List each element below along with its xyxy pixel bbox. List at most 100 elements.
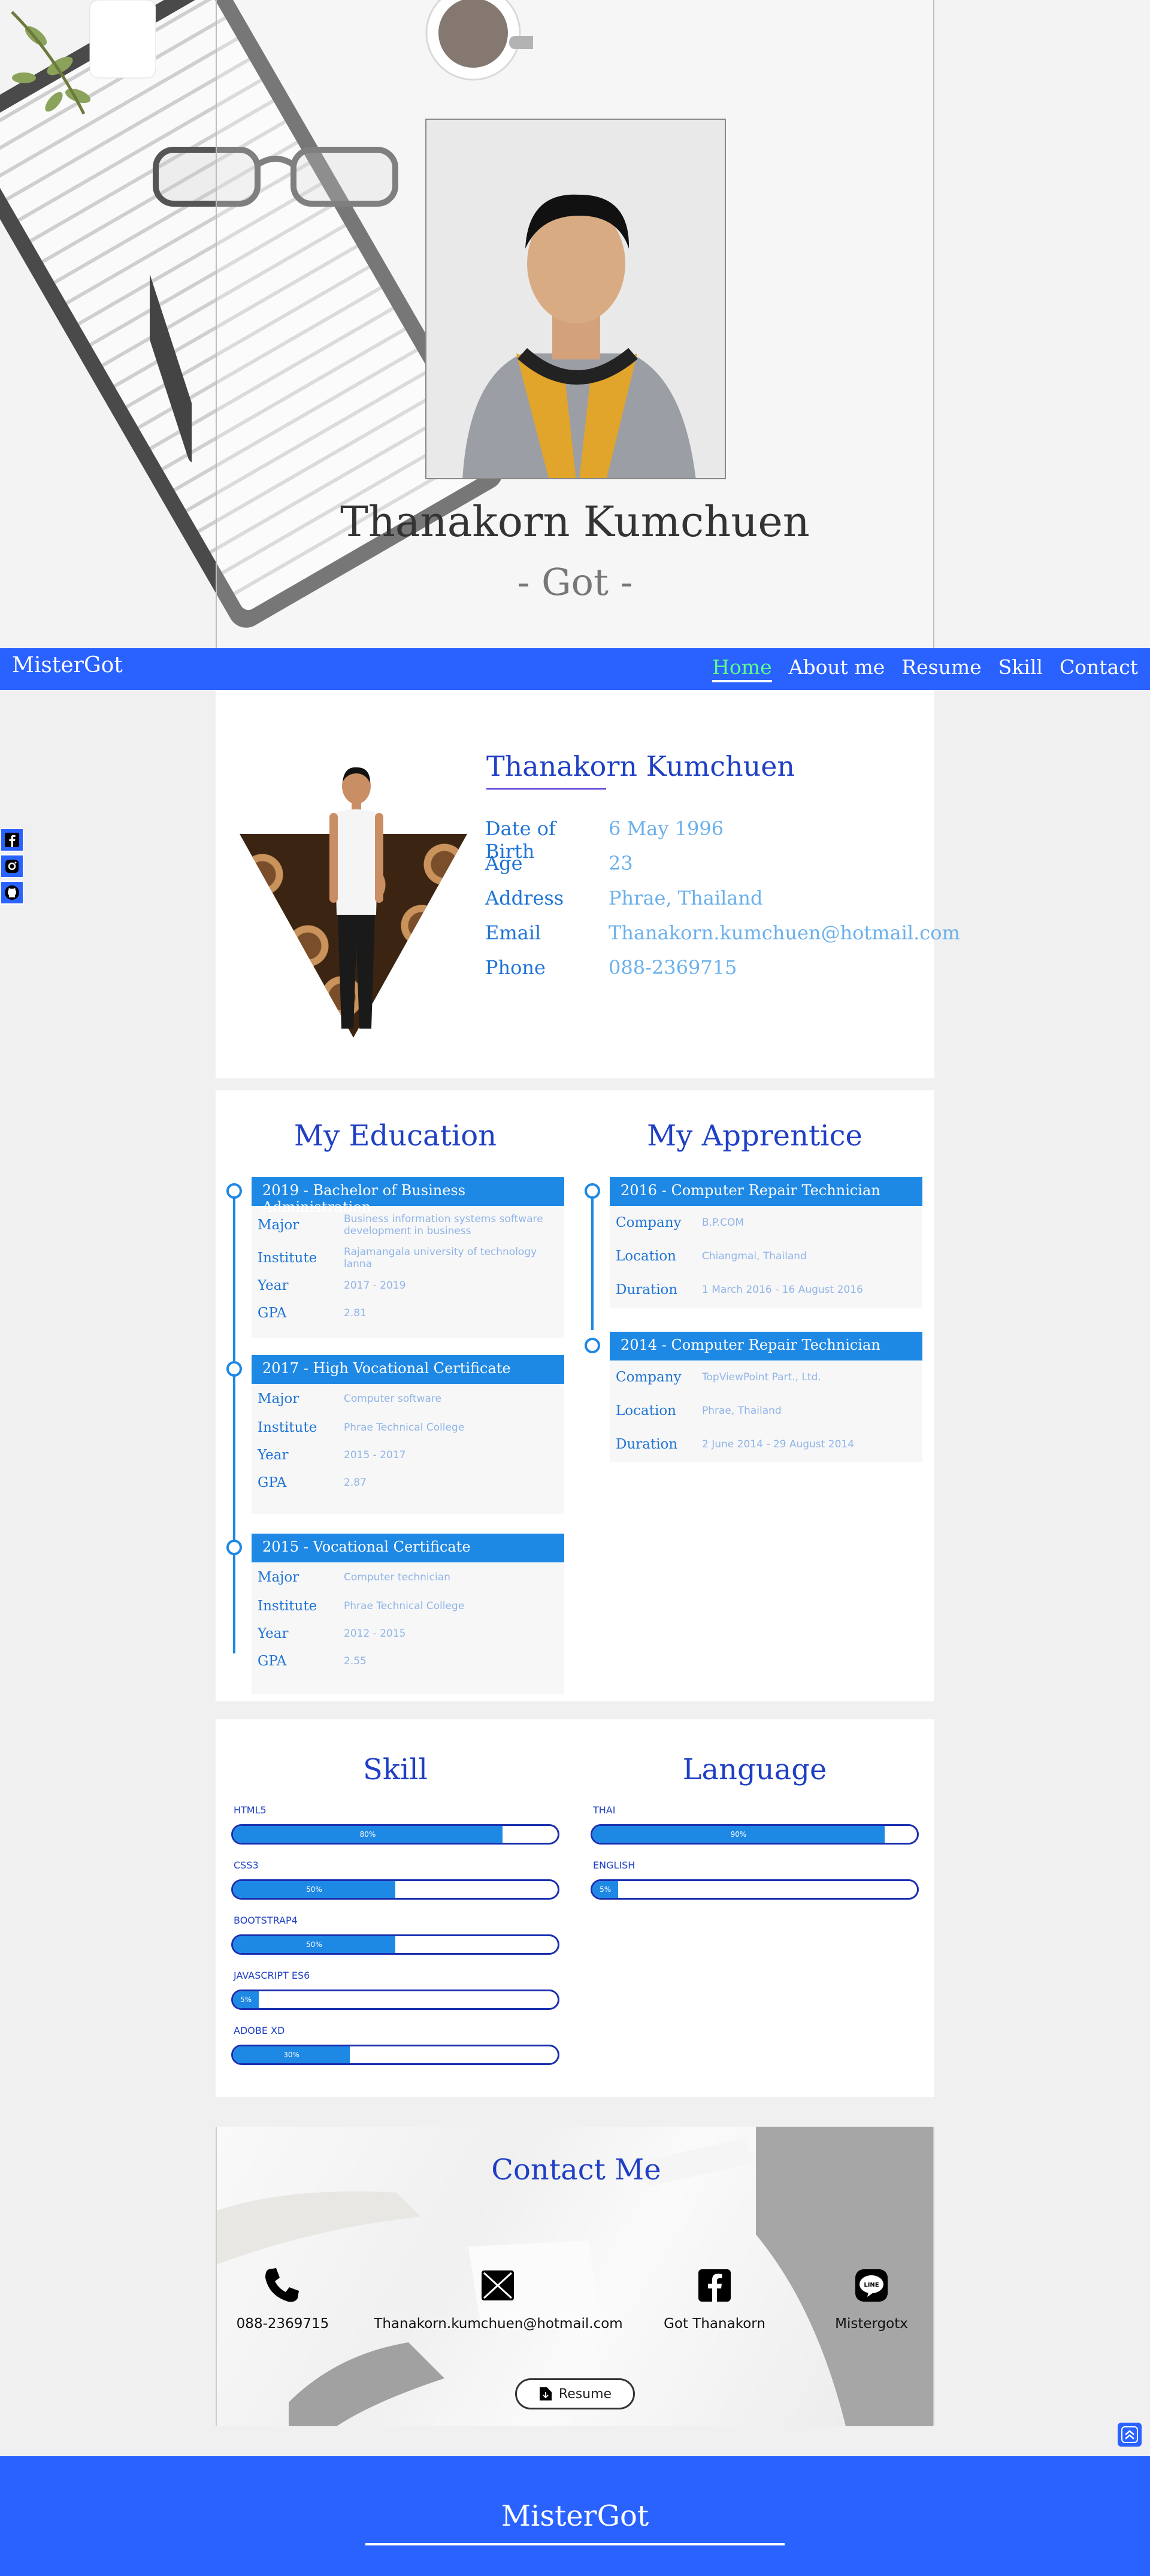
education-title: My Education (293, 1119, 497, 1153)
info-row-phone: Phone 088-2369715 (485, 956, 737, 979)
card-value: Chiangmai, Thailand (702, 1250, 807, 1262)
card-heading: 2015 - Vocational Certificate (252, 1534, 564, 1562)
language-bar-fill: 90% (592, 1826, 885, 1843)
card-label: Duration (616, 1282, 678, 1298)
card-heading: 2014 - Computer Repair Technician (610, 1332, 922, 1360)
mail-icon[interactable] (477, 2264, 519, 2306)
contact-title: Contact Me (491, 2153, 661, 2187)
education-card: 2015 - Vocational Certificate Major Compu… (252, 1534, 564, 1694)
card-heading: 2016 - Computer Repair Technician (610, 1177, 922, 1206)
hero-nickname: - Got - (517, 560, 633, 604)
info-value[interactable]: Thanakorn.kumchuen@hotmail.com (609, 921, 960, 944)
language-title: Language (682, 1753, 827, 1786)
skill-name: HTML5 (234, 1804, 267, 1816)
skill-bar-fill: 30% (233, 2046, 350, 2063)
github-icon[interactable] (0, 881, 24, 905)
nav-home[interactable]: Home (712, 655, 772, 682)
skill-bar: 5% (231, 1990, 559, 2010)
profile-person-image (329, 767, 383, 1029)
timeline-dot (226, 1540, 242, 1555)
resume-section: My Education My Apprentice 2019 - Bachel… (216, 1090, 934, 1701)
education-card: 2017 - High Vocational Certificate Major… (252, 1355, 564, 1514)
back-to-top-button[interactable] (1118, 2423, 1142, 2447)
phone-icon[interactable] (261, 2264, 302, 2306)
card-value: TopViewPoint Part., Ltd. (702, 1371, 821, 1383)
skill-section: Skill Language HTML5 80% CSS3 50% BOOTST… (216, 1719, 934, 2097)
skill-name: ADOBE XD (234, 2025, 285, 2036)
resume-button[interactable]: Resume (515, 2378, 635, 2409)
line-icon[interactable]: LINE (851, 2264, 892, 2306)
plant-image (11, 0, 156, 115)
skill-bar-fill: 50% (233, 1881, 395, 1898)
nav-resume[interactable]: Resume (901, 655, 981, 682)
language-name: ENGLISH (593, 1860, 635, 1871)
card-value: 2012 - 2015 (344, 1628, 406, 1640)
card-value: Phrae Technical College (344, 1600, 465, 1612)
card-heading: 2017 - High Vocational Certificate (252, 1355, 564, 1384)
skill-bar-fill: 5% (233, 1991, 259, 2008)
education-timeline (233, 1192, 235, 1653)
contact-email-label[interactable]: Thanakorn.kumchuen@hotmail.com (367, 2316, 630, 2332)
pen-image (150, 268, 192, 464)
card-label: Company (616, 1215, 682, 1230)
timeline-dot (226, 1361, 242, 1377)
apprentice-card: 2016 - Computer Repair Technician Compan… (610, 1177, 922, 1308)
card-label: GPA (258, 1653, 287, 1669)
double-chevron-up-icon (1121, 2426, 1138, 2443)
navbar: MisterGot Home About me Resume Skill Con… (0, 648, 1150, 690)
facebook-icon[interactable] (694, 2264, 736, 2306)
info-value: 23 (609, 852, 633, 875)
info-row-email: Email Thanakorn.kumchuen@hotmail.com (485, 921, 960, 944)
card-value: Computer technician (344, 1571, 450, 1583)
card-label: Year (258, 1626, 289, 1641)
contact-facebook-label[interactable]: Got Thanakorn (643, 2316, 786, 2332)
card-label: Major (258, 1217, 299, 1233)
card-value: Phrae Technical College (344, 1422, 465, 1434)
info-label: Address (485, 887, 564, 909)
card-label: Location (616, 1403, 676, 1419)
timeline-dot (585, 1183, 600, 1199)
contact-phone-label[interactable]: 088-2369715 (217, 2316, 349, 2332)
card-value: 2.87 (344, 1477, 367, 1489)
info-row-address: Address Phrae, Thailand (485, 887, 762, 909)
card-value: 2.55 (344, 1655, 367, 1667)
name-underline (486, 788, 606, 790)
svg-text:LINE: LINE (864, 2282, 879, 2288)
navbar-brand[interactable]: MisterGot (12, 653, 123, 678)
card-value: Business information systems software de… (344, 1213, 543, 1237)
card-label: Company (616, 1369, 682, 1385)
skill-bar: 80% (231, 1824, 559, 1845)
info-value[interactable]: 088-2369715 (609, 956, 737, 979)
portrait-photo (425, 119, 726, 479)
download-icon (539, 2387, 552, 2400)
nav-about[interactable]: About me (789, 655, 885, 682)
card-value: 1 March 2016 - 16 August 2016 (702, 1284, 863, 1296)
skill-bar: 30% (231, 2045, 559, 2065)
nav-links: Home About me Resume Skill Contact (712, 655, 1138, 682)
hero-name: Thanakorn Kumchuen (340, 497, 810, 546)
card-label: Institute (258, 1598, 317, 1614)
info-value: Phrae, Thailand (609, 887, 763, 909)
card-label: Year (258, 1278, 289, 1293)
language-bar-fill: 5% (592, 1881, 619, 1898)
facebook-icon[interactable] (0, 828, 24, 852)
skill-name: BOOTSTRAP4 (234, 1915, 298, 1926)
skill-bar: 50% (231, 1934, 559, 1955)
nav-skill[interactable]: Skill (998, 655, 1043, 682)
skill-bar-fill: 80% (233, 1826, 503, 1843)
contact-line-label[interactable]: Mistergotx (818, 2316, 925, 2332)
footer-divider (365, 2543, 785, 2545)
about-section: Thanakorn Kumchuen Date of Birth 6 May 1… (216, 690, 960, 1078)
card-value: Phrae, Thailand (702, 1405, 782, 1417)
instagram-icon[interactable] (0, 854, 24, 878)
card-value: B.P.COM (702, 1217, 744, 1229)
card-value: 2 June 2014 - 29 August 2014 (702, 1438, 855, 1450)
skill-bar: 50% (231, 1879, 559, 1900)
card-value: 2015 - 2017 (344, 1449, 406, 1461)
card-value: 2017 - 2019 (344, 1280, 406, 1292)
apprentice-timeline (591, 1192, 594, 1330)
language-name: THAI (593, 1804, 616, 1816)
card-label: GPA (258, 1305, 287, 1321)
nav-contact[interactable]: Contact (1060, 655, 1138, 682)
card-value: 2.81 (344, 1307, 367, 1319)
